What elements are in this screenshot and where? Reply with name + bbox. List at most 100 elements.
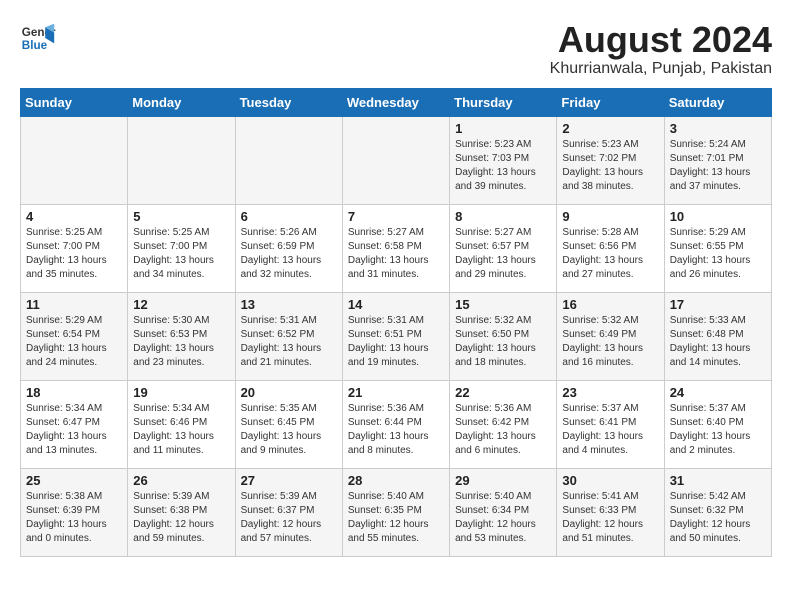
day-header-tuesday: Tuesday [235,88,342,116]
day-number: 7 [348,209,444,224]
day-number: 19 [133,385,229,400]
title-block: August 2024 Khurrianwala, Punjab, Pakist… [550,20,772,78]
day-info: Sunrise: 5:37 AM Sunset: 6:41 PM Dayligh… [562,402,658,458]
day-number: 26 [133,473,229,488]
day-info: Sunrise: 5:30 AM Sunset: 6:53 PM Dayligh… [133,314,229,370]
logo: General Blue [20,20,56,56]
calendar-cell: 11 Sunrise: 5:29 AM Sunset: 6:54 PM Dayli… [21,292,128,380]
calendar-cell [342,116,449,204]
day-number: 17 [670,297,766,312]
calendar-week-row: 11 Sunrise: 5:29 AM Sunset: 6:54 PM Dayli… [21,292,772,380]
day-info: Sunrise: 5:23 AM Sunset: 7:02 PM Dayligh… [562,138,658,194]
day-header-sunday: Sunday [21,88,128,116]
calendar-cell: 24 Sunrise: 5:37 AM Sunset: 6:40 PM Dayli… [664,380,771,468]
day-info: Sunrise: 5:36 AM Sunset: 6:42 PM Dayligh… [455,402,551,458]
day-number: 29 [455,473,551,488]
day-number: 18 [26,385,122,400]
day-number: 6 [241,209,337,224]
day-number: 9 [562,209,658,224]
calendar-week-row: 18 Sunrise: 5:34 AM Sunset: 6:47 PM Dayli… [21,380,772,468]
calendar-cell: 12 Sunrise: 5:30 AM Sunset: 6:53 PM Dayli… [128,292,235,380]
day-info: Sunrise: 5:40 AM Sunset: 6:34 PM Dayligh… [455,490,551,546]
day-info: Sunrise: 5:40 AM Sunset: 6:35 PM Dayligh… [348,490,444,546]
calendar-cell: 25 Sunrise: 5:38 AM Sunset: 6:39 PM Dayli… [21,468,128,556]
calendar-cell [21,116,128,204]
day-info: Sunrise: 5:25 AM Sunset: 7:00 PM Dayligh… [133,226,229,282]
calendar-cell: 16 Sunrise: 5:32 AM Sunset: 6:49 PM Dayli… [557,292,664,380]
day-info: Sunrise: 5:29 AM Sunset: 6:55 PM Dayligh… [670,226,766,282]
calendar-cell: 17 Sunrise: 5:33 AM Sunset: 6:48 PM Dayli… [664,292,771,380]
calendar-cell: 6 Sunrise: 5:26 AM Sunset: 6:59 PM Daylig… [235,204,342,292]
calendar-cell: 14 Sunrise: 5:31 AM Sunset: 6:51 PM Dayli… [342,292,449,380]
day-number: 31 [670,473,766,488]
day-info: Sunrise: 5:27 AM Sunset: 6:57 PM Dayligh… [455,226,551,282]
day-info: Sunrise: 5:38 AM Sunset: 6:39 PM Dayligh… [26,490,122,546]
day-number: 20 [241,385,337,400]
calendar-cell: 23Sunrise: 5:37 AM Sunset: 6:41 PM Dayli… [557,380,664,468]
day-number: 8 [455,209,551,224]
day-number: 14 [348,297,444,312]
day-info: Sunrise: 5:23 AM Sunset: 7:03 PM Dayligh… [455,138,551,194]
calendar-cell: 19 Sunrise: 5:34 AM Sunset: 6:46 PM Dayli… [128,380,235,468]
calendar-cell: 29 Sunrise: 5:40 AM Sunset: 6:34 PM Dayli… [450,468,557,556]
calendar-cell: 13 Sunrise: 5:31 AM Sunset: 6:52 PM Dayli… [235,292,342,380]
day-info: Sunrise: 5:26 AM Sunset: 6:59 PM Dayligh… [241,226,337,282]
calendar-cell: 15Sunrise: 5:32 AM Sunset: 6:50 PM Dayli… [450,292,557,380]
day-number: 21 [348,385,444,400]
day-info: Sunrise: 5:35 AM Sunset: 6:45 PM Dayligh… [241,402,337,458]
day-number: 10 [670,209,766,224]
svg-text:Blue: Blue [22,39,48,52]
calendar-cell: 21 Sunrise: 5:36 AM Sunset: 6:44 PM Dayli… [342,380,449,468]
calendar-cell: 1 Sunrise: 5:23 AM Sunset: 7:03 PM Daylig… [450,116,557,204]
day-info: Sunrise: 5:42 AM Sunset: 6:32 PM Dayligh… [670,490,766,546]
day-info: Sunrise: 5:24 AM Sunset: 7:01 PM Dayligh… [670,138,766,194]
calendar-cell: 26Sunrise: 5:39 AM Sunset: 6:38 PM Dayli… [128,468,235,556]
day-number: 2 [562,121,658,136]
calendar-cell: 3Sunrise: 5:24 AM Sunset: 7:01 PM Daylig… [664,116,771,204]
calendar-cell: 7 Sunrise: 5:27 AM Sunset: 6:58 PM Daylig… [342,204,449,292]
calendar-cell: 20 Sunrise: 5:35 AM Sunset: 6:45 PM Dayli… [235,380,342,468]
calendar-cell: 10 Sunrise: 5:29 AM Sunset: 6:55 PM Dayli… [664,204,771,292]
page-header: General Blue August 2024 Khurrianwala, P… [20,20,772,78]
day-number: 27 [241,473,337,488]
day-info: Sunrise: 5:31 AM Sunset: 6:51 PM Dayligh… [348,314,444,370]
day-number: 24 [670,385,766,400]
day-number: 16 [562,297,658,312]
day-info: Sunrise: 5:33 AM Sunset: 6:48 PM Dayligh… [670,314,766,370]
day-number: 13 [241,297,337,312]
calendar-cell: 22 Sunrise: 5:36 AM Sunset: 6:42 PM Dayli… [450,380,557,468]
logo-icon: General Blue [20,20,56,56]
day-info: Sunrise: 5:31 AM Sunset: 6:52 PM Dayligh… [241,314,337,370]
calendar-cell: 30 Sunrise: 5:41 AM Sunset: 6:33 PM Dayli… [557,468,664,556]
calendar-cell: 31 Sunrise: 5:42 AM Sunset: 6:32 PM Dayli… [664,468,771,556]
day-number: 12 [133,297,229,312]
day-number: 11 [26,297,122,312]
day-number: 4 [26,209,122,224]
day-info: Sunrise: 5:29 AM Sunset: 6:54 PM Dayligh… [26,314,122,370]
day-header-wednesday: Wednesday [342,88,449,116]
day-info: Sunrise: 5:36 AM Sunset: 6:44 PM Dayligh… [348,402,444,458]
calendar-cell: 5Sunrise: 5:25 AM Sunset: 7:00 PM Daylig… [128,204,235,292]
calendar-cell [128,116,235,204]
calendar-week-row: 4 Sunrise: 5:25 AM Sunset: 7:00 PM Daylig… [21,204,772,292]
calendar-week-row: 1 Sunrise: 5:23 AM Sunset: 7:03 PM Daylig… [21,116,772,204]
day-number: 22 [455,385,551,400]
calendar-header-row: SundayMondayTuesdayWednesdayThursdayFrid… [21,88,772,116]
calendar-cell: 4Sunrise: 5:25 AM Sunset: 7:00 PM Daylig… [21,204,128,292]
day-info: Sunrise: 5:41 AM Sunset: 6:33 PM Dayligh… [562,490,658,546]
location-subtitle: Khurrianwala, Punjab, Pakistan [550,60,772,78]
day-number: 1 [455,121,551,136]
day-info: Sunrise: 5:37 AM Sunset: 6:40 PM Dayligh… [670,402,766,458]
day-info: Sunrise: 5:32 AM Sunset: 6:50 PM Dayligh… [455,314,551,370]
day-number: 25 [26,473,122,488]
day-info: Sunrise: 5:28 AM Sunset: 6:56 PM Dayligh… [562,226,658,282]
month-year-title: August 2024 [550,20,772,60]
day-header-monday: Monday [128,88,235,116]
day-info: Sunrise: 5:39 AM Sunset: 6:37 PM Dayligh… [241,490,337,546]
day-info: Sunrise: 5:34 AM Sunset: 6:47 PM Dayligh… [26,402,122,458]
day-info: Sunrise: 5:32 AM Sunset: 6:49 PM Dayligh… [562,314,658,370]
day-info: Sunrise: 5:27 AM Sunset: 6:58 PM Dayligh… [348,226,444,282]
day-info: Sunrise: 5:34 AM Sunset: 6:46 PM Dayligh… [133,402,229,458]
day-number: 30 [562,473,658,488]
calendar-cell: 8 Sunrise: 5:27 AM Sunset: 6:57 PM Daylig… [450,204,557,292]
